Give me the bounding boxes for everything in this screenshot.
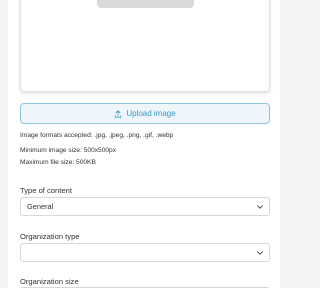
max-file-hint: Maximum file size: 500KB	[20, 159, 96, 166]
image-placeholder	[97, 0, 194, 8]
content-type-select[interactable]: General	[20, 197, 270, 216]
form-panel: Upload image Image formats accepted: .jp…	[8, 0, 280, 288]
organization-type-select[interactable]	[20, 243, 270, 262]
content-type-value: General	[27, 202, 54, 211]
image-preview	[20, 0, 270, 92]
chevron-down-icon	[257, 205, 263, 209]
content-type-label: Type of content	[20, 186, 72, 195]
organization-size-label: Organization size	[20, 277, 79, 286]
upload-image-button[interactable]: Upload image	[20, 103, 270, 124]
chevron-down-icon	[257, 251, 263, 255]
upload-button-label: Upload image	[126, 109, 176, 118]
organization-type-label: Organization type	[20, 232, 80, 241]
formats-hint: Image formats accepted: .jpg, .jpeg, .pn…	[20, 132, 174, 139]
upload-icon	[115, 109, 122, 118]
min-size-hint: Minimum image size: 500x500px	[20, 147, 117, 154]
